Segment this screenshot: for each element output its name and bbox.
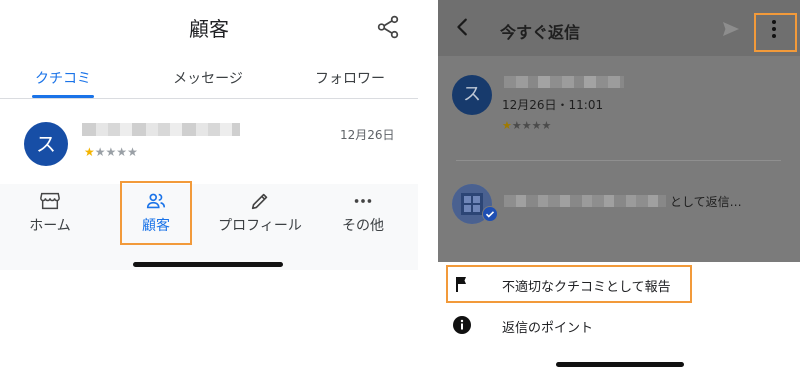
customers-screen: 顧客 クチコミ メッセージ フォロワー ス ★★★★★ 12月26日 ホーム 顧…: [0, 0, 418, 372]
rating-stars: ★★★★★: [84, 145, 138, 159]
nav-profile[interactable]: プロフィール: [210, 190, 310, 235]
tab-divider: [0, 98, 418, 99]
tab-reviews[interactable]: クチコミ: [30, 68, 96, 88]
reviewer-name-blurred: [504, 76, 624, 88]
menu-item-label: 返信のポイント: [502, 321, 594, 336]
pencil-icon: [251, 193, 268, 210]
menu-item-reply-tips[interactable]: 返信のポイント: [438, 305, 800, 345]
more-horizontal-icon: [354, 199, 372, 203]
info-icon: [453, 316, 471, 334]
tab-followers[interactable]: フォロワー: [300, 68, 400, 88]
nav-home[interactable]: ホーム: [0, 190, 100, 235]
page-title: 顧客: [189, 17, 229, 41]
star-empty-icon: ★: [94, 145, 106, 159]
reply-screen: 今すぐ返信 ス 12月26日・11:01 ★★★★★ として返信… 不適切なクチ…: [438, 0, 800, 372]
business-name-blurred: [504, 195, 666, 207]
review-date: 12月26日: [340, 128, 395, 142]
reviewer-name-blurred: [82, 123, 240, 136]
star-empty-icon: ★: [521, 119, 532, 132]
page-title: 今すぐ返信: [500, 23, 581, 42]
nav-more[interactable]: その他: [313, 190, 413, 235]
home-indicator: [556, 362, 684, 367]
star-empty-icon: ★: [116, 145, 128, 159]
star-empty-icon: ★: [531, 119, 542, 132]
highlight-callout: [446, 265, 692, 303]
nav-profile-label: プロフィール: [218, 218, 302, 234]
app-header: [438, 0, 800, 56]
highlight-callout: [754, 13, 797, 52]
reviewer-avatar: ス: [452, 75, 492, 115]
share-icon[interactable]: [375, 14, 401, 40]
home-indicator: [133, 262, 283, 267]
nav-more-label: その他: [342, 218, 384, 234]
reviewer-avatar: ス: [24, 122, 68, 166]
star-filled-icon: ★: [84, 145, 95, 159]
storefront-icon: [40, 192, 60, 210]
star-empty-icon: ★: [127, 145, 138, 159]
nav-home-label: ホーム: [29, 218, 71, 234]
reply-as-text[interactable]: として返信…: [670, 193, 742, 210]
star-empty-icon: ★: [541, 119, 552, 132]
star-empty-icon: ★: [511, 119, 522, 132]
highlight-callout: [120, 181, 192, 245]
verified-badge-icon: [482, 206, 498, 222]
review-datetime: 12月26日・11:01: [502, 98, 604, 112]
rating-stars: ★★★★★: [502, 119, 551, 132]
star-empty-icon: ★: [105, 145, 117, 159]
star-filled-icon: ★: [502, 119, 512, 132]
back-arrow-icon[interactable]: [452, 16, 474, 38]
tab-messages[interactable]: メッセージ: [160, 68, 256, 88]
divider: [456, 160, 781, 161]
